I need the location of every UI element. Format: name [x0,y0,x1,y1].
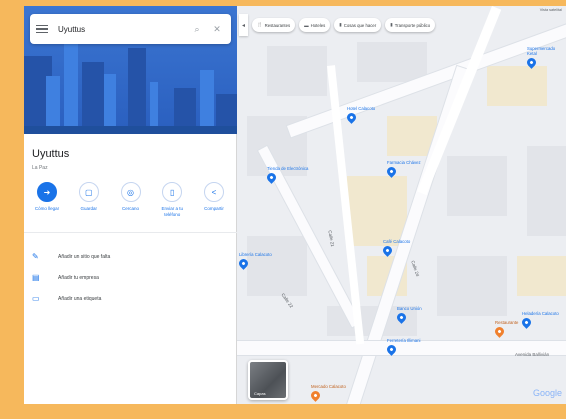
map-poi[interactable]: Librería Calacoto [237,252,272,271]
nearby-icon: ◎ [120,182,141,202]
add-place-icon: ✎ [32,252,39,261]
action-bar: ➜ Cómo llegar ▢ Guardar ◎ Cercano ▯ Envi… [28,182,233,218]
transit-icon: ▮ [390,22,393,27]
link-label: Añadir una etiqueta [58,295,102,302]
action-label: Cómo llegar [34,206,60,211]
road-label: Calle 21 [327,229,336,248]
menu-icon[interactable] [36,24,48,34]
map-hint: Vista satelital [539,8,562,12]
poi-label: Hotel Calacoto [347,106,376,111]
poi-label: Restaurante [495,320,519,325]
map-poi[interactable]: Hotel Calacoto [345,106,376,125]
attraction-icon: ▮ [339,22,342,27]
link-label: Añadir un sitio que falta [58,253,111,260]
action-label: Guardar [80,206,97,211]
pin-icon [520,316,533,330]
layers-button[interactable]: Capas [248,360,288,400]
road-label: Avenida Ballivián [515,352,550,357]
layers-label: Capas [254,391,266,396]
directions-icon: ➜ [37,182,57,202]
pin-icon [265,171,278,185]
add-missing-place-link[interactable]: ✎ Añadir un sitio que falta [32,246,110,267]
chip-restaurants[interactable]: 🍴 Restaurantes [252,18,296,32]
category-chips: ◂ 🍴 Restaurantes ▬ Hoteles ▮ Cosas que h… [237,14,566,36]
restaurant-icon: 🍴 [257,22,263,27]
save-button[interactable]: ▢ Guardar [70,182,108,218]
map-canvas[interactable]: Calle 21 Calle 24 Calle 22 Avenida Balli… [237,6,566,404]
business-icon: ▤ [32,273,40,282]
map-poi[interactable]: Farmacia Chávez [385,160,421,179]
action-label: Enviar a tu teléfono [161,206,183,217]
action-label: Compartir [204,206,224,211]
road-label: Calle 24 [410,259,421,278]
action-label: Cercano [121,206,139,211]
poi-label: Heladería Calacoto [522,311,559,316]
poi-label: Supermercado Ketal [527,46,556,57]
map-poi[interactable]: Supermercado Ketal [525,46,566,70]
close-icon[interactable]: ✕ [209,21,225,37]
pin-icon [309,389,322,403]
label-icon: ▭ [32,294,40,303]
share-button[interactable]: < Compartir [195,182,233,218]
search-box: ⌕ ✕ [30,14,231,44]
map-poi[interactable]: Banco Unión [395,306,422,325]
pin-icon [395,311,408,325]
share-icon: < [204,182,224,202]
map-poi[interactable]: Ferretería Illimani [385,338,421,357]
chip-transit[interactable]: ▮ Transporte público [385,18,436,32]
pin-icon [385,165,398,179]
suggestion-links: ✎ Añadir un sitio que falta ▤ Añadir tu … [32,246,110,309]
app-window: ⌕ ✕ Uyuttus La Paz ➜ Cómo llegar ▢ Guard… [24,6,566,404]
chip-label: Hoteles [310,22,326,28]
place-subtitle: La Paz [32,165,48,171]
google-logo: Google [532,388,562,398]
poi-label: Café Calacoto [383,239,411,244]
search-icon[interactable]: ⌕ [189,21,205,37]
bookmark-icon: ▢ [78,182,99,202]
map-poi[interactable]: Heladería Calacoto [520,311,559,330]
poi-label: Mercado Calacoto [311,384,346,389]
chip-label: Restaurantes [264,22,291,28]
hotel-icon: ▬ [304,22,309,28]
chip-things-to-do[interactable]: ▮ Cosas que hacer [334,18,382,32]
chip-label: Cosas que hacer [343,22,377,28]
add-label-link[interactable]: ▭ Añadir una etiqueta [32,288,110,309]
map-poi[interactable]: Mercado Calacoto [309,384,346,403]
map-poi[interactable]: Café Calacoto [381,239,411,258]
poi-label: Farmacia Chávez [387,160,421,165]
nearby-button[interactable]: ◎ Cercano [112,182,150,218]
pin-icon [381,244,394,258]
divider [24,232,237,233]
map-poi[interactable]: Tienda de Electrónica [265,166,309,185]
chip-hotels[interactable]: ▬ Hoteles [299,18,331,32]
place-title: Uyuttus [32,148,70,160]
poi-label: Tienda de Electrónica [267,166,309,171]
phone-icon: ▯ [162,182,183,202]
pin-icon [493,325,506,339]
place-panel: ⌕ ✕ Uyuttus La Paz ➜ Cómo llegar ▢ Guard… [24,6,237,404]
pin-icon [525,56,538,70]
map-poi[interactable]: Restaurante [493,320,519,339]
chip-label: Transporte público [394,22,431,28]
collapse-panel-button[interactable]: ◂ [239,14,248,36]
send-to-phone-button[interactable]: ▯ Enviar a tu teléfono [153,182,191,218]
poi-label: Banco Unión [397,306,422,311]
search-input[interactable] [58,24,185,34]
directions-button[interactable]: ➜ Cómo llegar [28,182,66,218]
link-label: Añadir tu empresa [58,274,99,281]
pin-icon [237,257,250,271]
poi-label: Librería Calacoto [239,252,272,257]
pin-icon [385,343,398,357]
pin-icon [345,111,358,125]
add-business-link[interactable]: ▤ Añadir tu empresa [32,267,110,288]
poi-label: Ferretería Illimani [387,338,421,343]
